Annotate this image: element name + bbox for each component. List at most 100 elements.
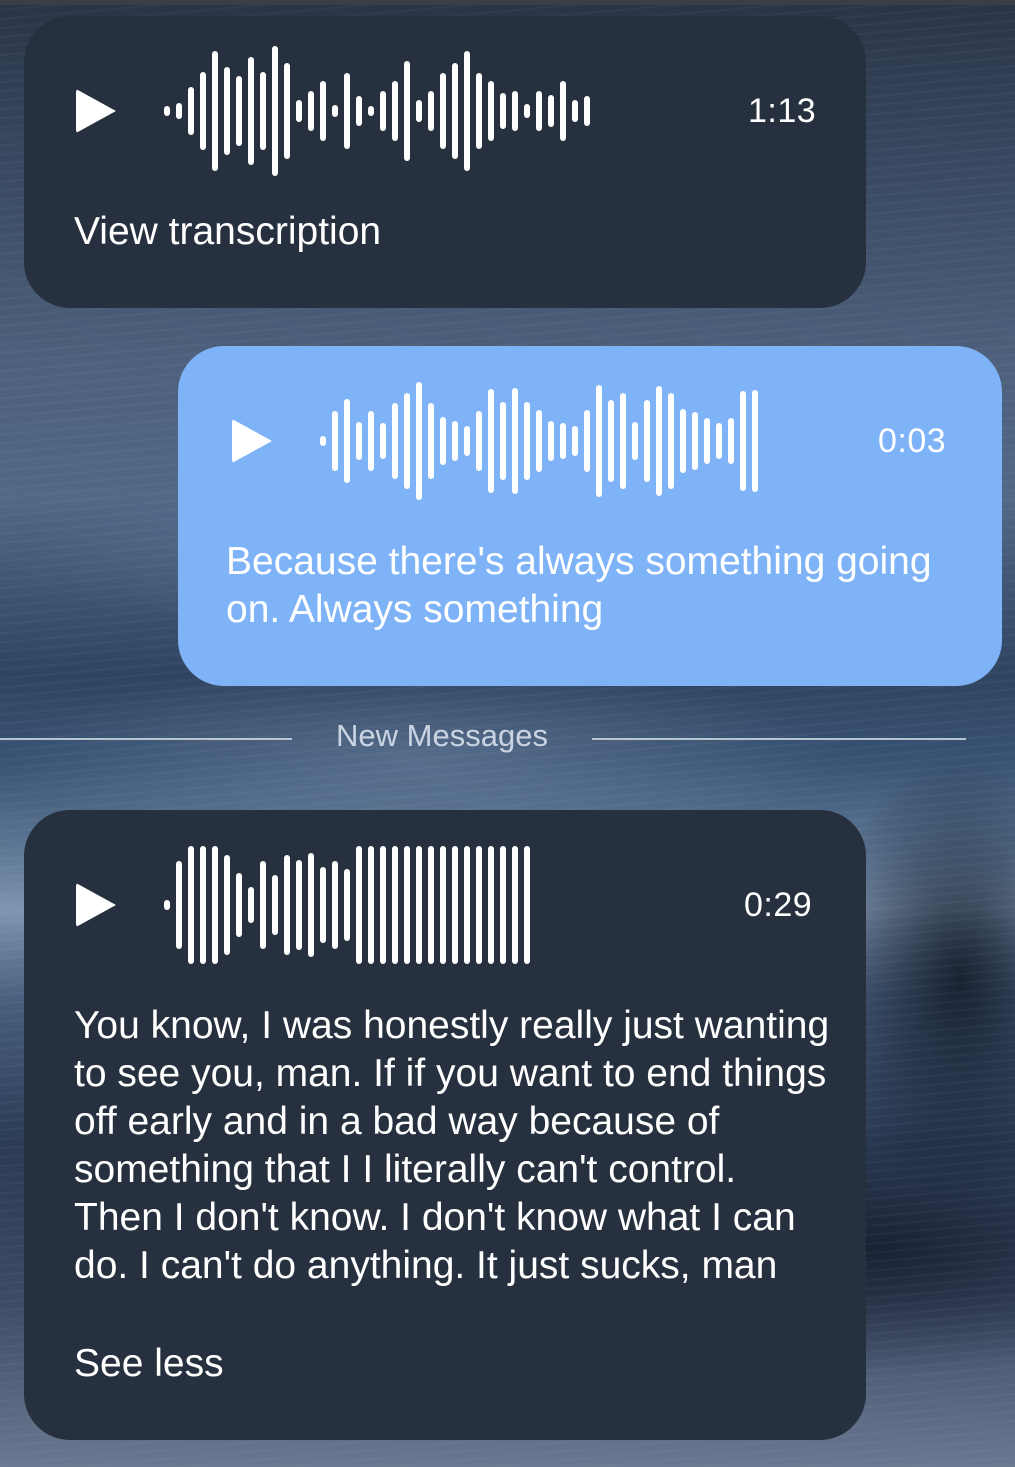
waveform-bar bbox=[500, 402, 506, 480]
waveform-bar bbox=[332, 411, 338, 471]
waveform-bar bbox=[188, 846, 194, 964]
waveform-bar bbox=[464, 846, 470, 964]
waveform-bar bbox=[260, 861, 266, 949]
waveform-bar bbox=[668, 393, 674, 489]
waveform-bar bbox=[344, 73, 350, 149]
waveform-bar bbox=[488, 81, 494, 141]
waveform-bar bbox=[500, 93, 506, 129]
waveform[interactable] bbox=[164, 46, 596, 176]
waveform-bar bbox=[356, 96, 362, 126]
see-less-link[interactable]: See less bbox=[74, 1342, 224, 1386]
waveform-bar bbox=[440, 417, 446, 465]
waveform-bar bbox=[236, 873, 242, 937]
waveform-bar bbox=[656, 386, 662, 496]
waveform-bar bbox=[536, 410, 542, 472]
transcription-text: Because there's always something going o… bbox=[226, 540, 932, 631]
waveform-bar bbox=[404, 846, 410, 964]
waveform-bar bbox=[284, 63, 290, 159]
waveform-bar bbox=[512, 388, 518, 494]
waveform-bar bbox=[320, 81, 326, 141]
waveform-bar bbox=[452, 846, 458, 964]
waveform-bar bbox=[332, 861, 338, 949]
waveform-bar bbox=[524, 104, 530, 118]
waveform-bar bbox=[260, 72, 266, 150]
waveform-bar bbox=[368, 846, 374, 964]
view-transcription-link[interactable]: View transcription bbox=[74, 210, 381, 254]
waveform-bar bbox=[584, 410, 590, 472]
waveform-bar bbox=[356, 422, 362, 460]
waveform-bar bbox=[440, 73, 446, 149]
waveform-bar bbox=[296, 100, 302, 122]
waveform-bar bbox=[224, 855, 230, 955]
waveform-bar bbox=[752, 390, 758, 492]
waveform-bar bbox=[416, 382, 422, 500]
voice-player bbox=[76, 840, 536, 970]
waveform-bar bbox=[344, 399, 350, 483]
top-edge bbox=[0, 0, 1015, 5]
waveform-bar bbox=[524, 846, 530, 964]
waveform-bar bbox=[380, 423, 386, 459]
waveform-bar bbox=[716, 423, 722, 459]
waveform-bar bbox=[476, 411, 482, 471]
voice-duration: 0:03 bbox=[878, 422, 947, 460]
waveform-bar bbox=[392, 403, 398, 479]
divider-line-left bbox=[0, 738, 292, 740]
waveform-bar bbox=[704, 418, 710, 464]
waveform-bar bbox=[428, 846, 434, 964]
waveform-bar bbox=[272, 46, 278, 176]
waveform-bar bbox=[320, 867, 326, 943]
waveform-bar bbox=[428, 91, 434, 131]
waveform-bar bbox=[176, 861, 182, 949]
waveform-bar bbox=[464, 51, 470, 171]
waveform-bar bbox=[536, 91, 542, 131]
waveform-bar bbox=[560, 81, 566, 141]
voice-player bbox=[76, 46, 596, 176]
waveform-bar bbox=[308, 853, 314, 957]
waveform[interactable] bbox=[164, 840, 536, 970]
waveform-bar bbox=[452, 421, 458, 461]
waveform-bar bbox=[452, 63, 458, 159]
voice-player bbox=[232, 376, 764, 506]
waveform-bar bbox=[584, 96, 590, 126]
waveform-bar bbox=[500, 846, 506, 964]
transcription-text: You know, I was honestly really just wan… bbox=[74, 1004, 830, 1287]
waveform-bar bbox=[416, 100, 422, 122]
waveform-bar bbox=[512, 91, 518, 131]
waveform-bar bbox=[344, 869, 350, 941]
play-icon[interactable] bbox=[76, 89, 116, 133]
play-icon[interactable] bbox=[232, 419, 272, 463]
waveform-bar bbox=[356, 846, 362, 964]
waveform-bar bbox=[440, 846, 446, 964]
waveform-bar bbox=[164, 900, 170, 910]
voice-duration: 1:13 bbox=[748, 92, 817, 130]
voice-message-bubble[interactable]: 1:13 View transcription bbox=[24, 16, 866, 308]
waveform-bar bbox=[692, 412, 698, 470]
waveform-bar bbox=[380, 846, 386, 964]
waveform-bar bbox=[464, 426, 470, 456]
waveform-bar bbox=[404, 393, 410, 489]
waveform-bar bbox=[548, 421, 554, 461]
waveform-bar bbox=[632, 422, 638, 460]
waveform-bar bbox=[620, 393, 626, 489]
waveform-bar bbox=[212, 51, 218, 171]
waveform-bar bbox=[332, 105, 338, 117]
waveform-bar bbox=[740, 391, 746, 491]
waveform-bar bbox=[296, 860, 302, 950]
waveform-bar bbox=[488, 389, 494, 493]
waveform-bar bbox=[380, 91, 386, 131]
waveform-bar bbox=[596, 385, 602, 497]
voice-message-bubble[interactable]: 0:29 You know, I was honestly really jus… bbox=[24, 810, 866, 1440]
play-icon[interactable] bbox=[76, 883, 116, 927]
waveform-bar bbox=[548, 95, 554, 127]
waveform-bar bbox=[680, 409, 686, 473]
waveform-bar bbox=[248, 57, 254, 165]
waveform-bar bbox=[188, 87, 194, 135]
waveform-bar bbox=[212, 846, 218, 964]
voice-message-bubble[interactable]: 0:03 Because there's always something go… bbox=[178, 346, 1002, 686]
waveform-bar bbox=[284, 855, 290, 955]
waveform-bar bbox=[320, 436, 326, 446]
waveform-bar bbox=[512, 846, 518, 964]
waveform-bar bbox=[488, 846, 494, 964]
waveform[interactable] bbox=[320, 376, 764, 506]
waveform-bar bbox=[308, 91, 314, 131]
